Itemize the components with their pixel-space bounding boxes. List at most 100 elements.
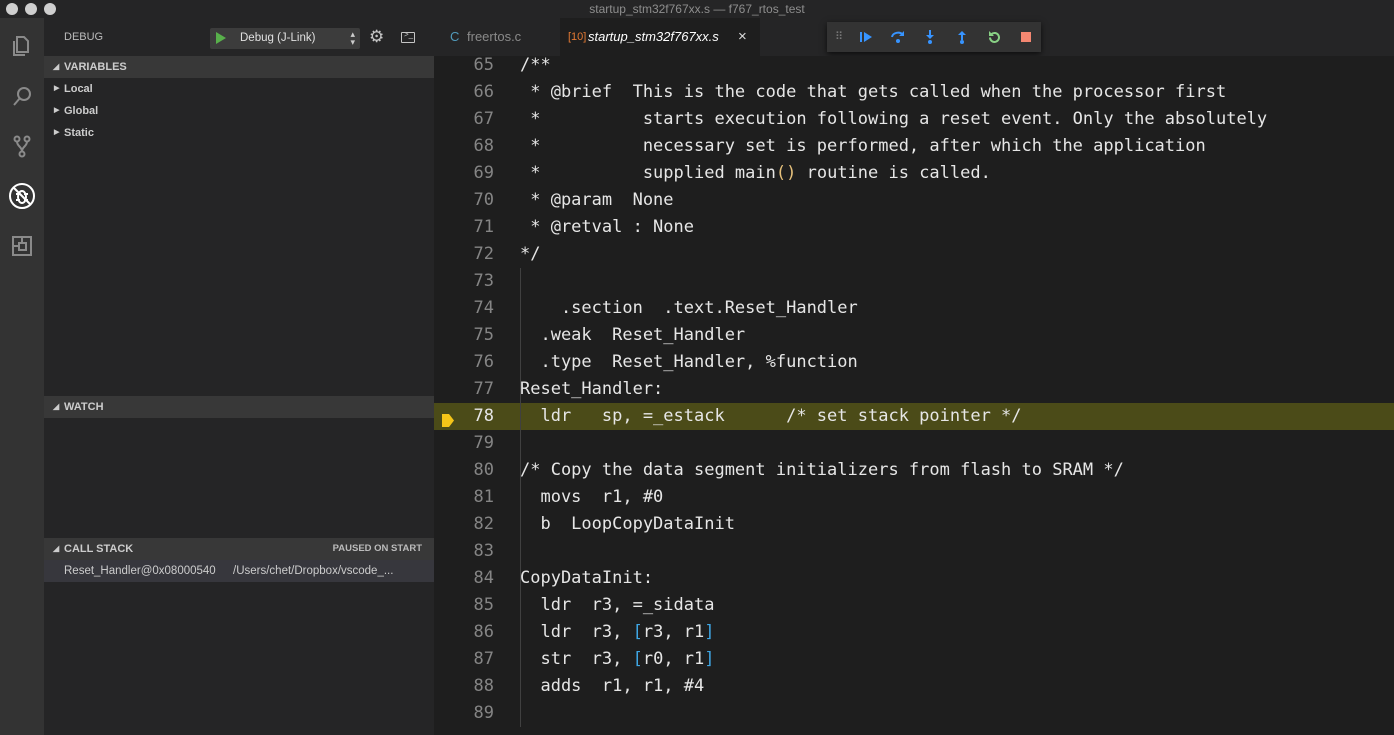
code-text: .weak Reset_Handler — [520, 325, 746, 345]
code-line[interactable]: 73 — [434, 268, 1394, 295]
variables-section-header[interactable]: ◢ VARIABLES — [44, 56, 434, 78]
code-text: * starts execution following a reset eve… — [520, 109, 1268, 129]
debug-title: DEBUG — [64, 31, 104, 43]
stack-frame-path: /Users/chet/Dropbox/vscode_... — [233, 565, 394, 577]
debug-toolbar: ⠿ — [827, 22, 1041, 52]
drag-handle-icon[interactable]: ⠿ — [829, 22, 849, 52]
code-line[interactable]: 68 * necessary set is performed, after w… — [434, 133, 1394, 160]
line-number: 71 — [473, 217, 494, 237]
chevron-down-icon: ◢ — [53, 544, 60, 553]
zoom-window-button[interactable] — [44, 3, 56, 15]
watch-section-header[interactable]: ◢ WATCH — [44, 396, 434, 418]
line-number: 77 — [473, 379, 494, 399]
line-number: 75 — [473, 325, 494, 345]
explorer-icon[interactable] — [0, 22, 44, 70]
line-number: 72 — [473, 244, 494, 264]
code-text: /* Copy the data segment initializers fr… — [520, 460, 1124, 480]
line-number: 67 — [473, 109, 494, 129]
code-text: ldr r3, [r3, r1] — [520, 622, 715, 642]
code-line[interactable]: 81 movs r1, #0 — [434, 484, 1394, 511]
variables-scope-static[interactable]: ▶ Static — [44, 122, 434, 144]
call-stack-frame[interactable]: Reset_Handler@0x08000540 /Users/chet/Dro… — [44, 560, 434, 582]
code-text: * necessary set is performed, after whic… — [520, 136, 1206, 156]
code-text: ldr sp, =_estack /* set stack pointer */ — [520, 406, 1022, 426]
activity-bar — [0, 18, 44, 735]
code-line[interactable]: 71 * @retval : None — [434, 214, 1394, 241]
line-number: 73 — [473, 271, 494, 291]
code-line[interactable]: 79 — [434, 430, 1394, 457]
code-line[interactable]: 89 — [434, 700, 1394, 727]
code-text: adds r1, r1, #4 — [520, 676, 705, 696]
chevron-right-icon: ▶ — [54, 129, 60, 136]
debug-header: DEBUG Debug (J-Link) ▴ ▾ ⚙ >_ — [44, 18, 434, 56]
code-line[interactable]: 67 * starts execution following a reset … — [434, 106, 1394, 133]
tab-label: freertos.c — [467, 29, 522, 44]
variables-scope-local[interactable]: ▶ Local — [44, 78, 434, 100]
tab-label: startup_stm32f767xx.s — [588, 29, 719, 44]
code-line[interactable]: 76 .type Reset_Handler, %function — [434, 349, 1394, 376]
code-line[interactable]: 75 .weak Reset_Handler — [434, 322, 1394, 349]
source-control-icon[interactable] — [0, 122, 44, 170]
code-line[interactable]: 69 * supplied main() routine is called. — [434, 160, 1394, 187]
code-line[interactable]: 65 /** — [434, 52, 1394, 79]
continue-icon[interactable] — [853, 22, 879, 52]
code-line[interactable]: 84 CopyDataInit: — [434, 565, 1394, 592]
call-stack-section-header[interactable]: ◢ CALL STACK PAUSED ON START — [44, 538, 434, 560]
line-number: 65 — [473, 55, 494, 75]
step-over-icon[interactable] — [885, 22, 911, 52]
line-number: 83 — [473, 541, 494, 561]
code-text: * supplied main() routine is called. — [520, 163, 991, 183]
code-line[interactable]: 85 ldr r3, =_sidata — [434, 592, 1394, 619]
close-icon[interactable]: × — [738, 18, 747, 56]
code-text: * @param None — [520, 190, 674, 210]
debug-configuration-select[interactable]: Debug (J-Link) ▴ ▾ — [210, 28, 360, 49]
code-line[interactable]: 66 * @brief This is the code that gets c… — [434, 79, 1394, 106]
debug-sidebar: DEBUG Debug (J-Link) ▴ ▾ ⚙ >_ ◢ VARIABLES… — [44, 18, 434, 735]
line-number: 84 — [473, 568, 494, 588]
gear-icon[interactable]: ⚙ — [369, 28, 384, 45]
code-text: ldr r3, =_sidata — [520, 595, 715, 615]
step-out-icon[interactable] — [949, 22, 975, 52]
code-line[interactable]: 74 .section .text.Reset_Handler — [434, 295, 1394, 322]
code-line[interactable]: 87 str r3, [r0, r1] — [434, 646, 1394, 673]
indent-guide — [520, 268, 521, 727]
code-line[interactable]: 80 /* Copy the data segment initializers … — [434, 457, 1394, 484]
chevron-right-icon: ▶ — [54, 85, 60, 92]
code-text: movs r1, #0 — [520, 487, 664, 507]
debug-icon[interactable] — [0, 172, 44, 220]
code-text: * @retval : None — [520, 217, 694, 237]
title-bar: startup_stm32f767xx.s — f767_rtos_test — [0, 0, 1394, 18]
code-line[interactable]: 70 * @param None — [434, 187, 1394, 214]
stop-icon[interactable] — [1013, 22, 1039, 52]
search-icon[interactable] — [0, 72, 44, 120]
code-text: CopyDataInit: — [520, 568, 654, 588]
code-line[interactable]: 72 */ — [434, 241, 1394, 268]
current-code-line[interactable]: 78 ldr sp, =_estack /* set stack pointer… — [434, 403, 1394, 430]
extensions-icon[interactable] — [0, 222, 44, 270]
code-line[interactable]: 86 ldr r3, [r3, r1] — [434, 619, 1394, 646]
debug-configuration-label: Debug (J-Link) — [240, 32, 316, 44]
line-number: 70 — [473, 190, 494, 210]
line-number: 82 — [473, 514, 494, 534]
restart-icon[interactable] — [981, 22, 1007, 52]
code-editor[interactable]: 65 /** 66 * @brief This is the code that g… — [434, 55, 1394, 735]
line-number: 76 — [473, 352, 494, 372]
step-into-icon[interactable] — [917, 22, 943, 52]
code-text: * @brief This is the code that gets call… — [520, 82, 1227, 102]
start-debugging-icon[interactable] — [216, 32, 226, 44]
close-window-button[interactable] — [6, 3, 18, 15]
line-number: 74 — [473, 298, 494, 318]
code-line[interactable]: 83 — [434, 538, 1394, 565]
code-line[interactable]: 82 b LoopCopyDataInit — [434, 511, 1394, 538]
minimize-window-button[interactable] — [25, 3, 37, 15]
code-line[interactable]: 77 Reset_Handler: — [434, 376, 1394, 403]
variables-scope-global[interactable]: ▶ Global — [44, 100, 434, 122]
chevron-down-icon: ◢ — [53, 402, 60, 411]
tab-startup-stm32f767xx-s[interactable]: [10] startup_stm32f767xx.s × — [560, 18, 760, 56]
c-file-icon: C — [450, 29, 460, 44]
debug-console-icon[interactable]: >_ — [401, 30, 415, 43]
line-number: 87 — [473, 649, 494, 669]
line-number: 88 — [473, 676, 494, 696]
code-line[interactable]: 88 adds r1, r1, #4 — [434, 673, 1394, 700]
tab-freertos-c[interactable]: C freertos.c — [434, 18, 560, 56]
